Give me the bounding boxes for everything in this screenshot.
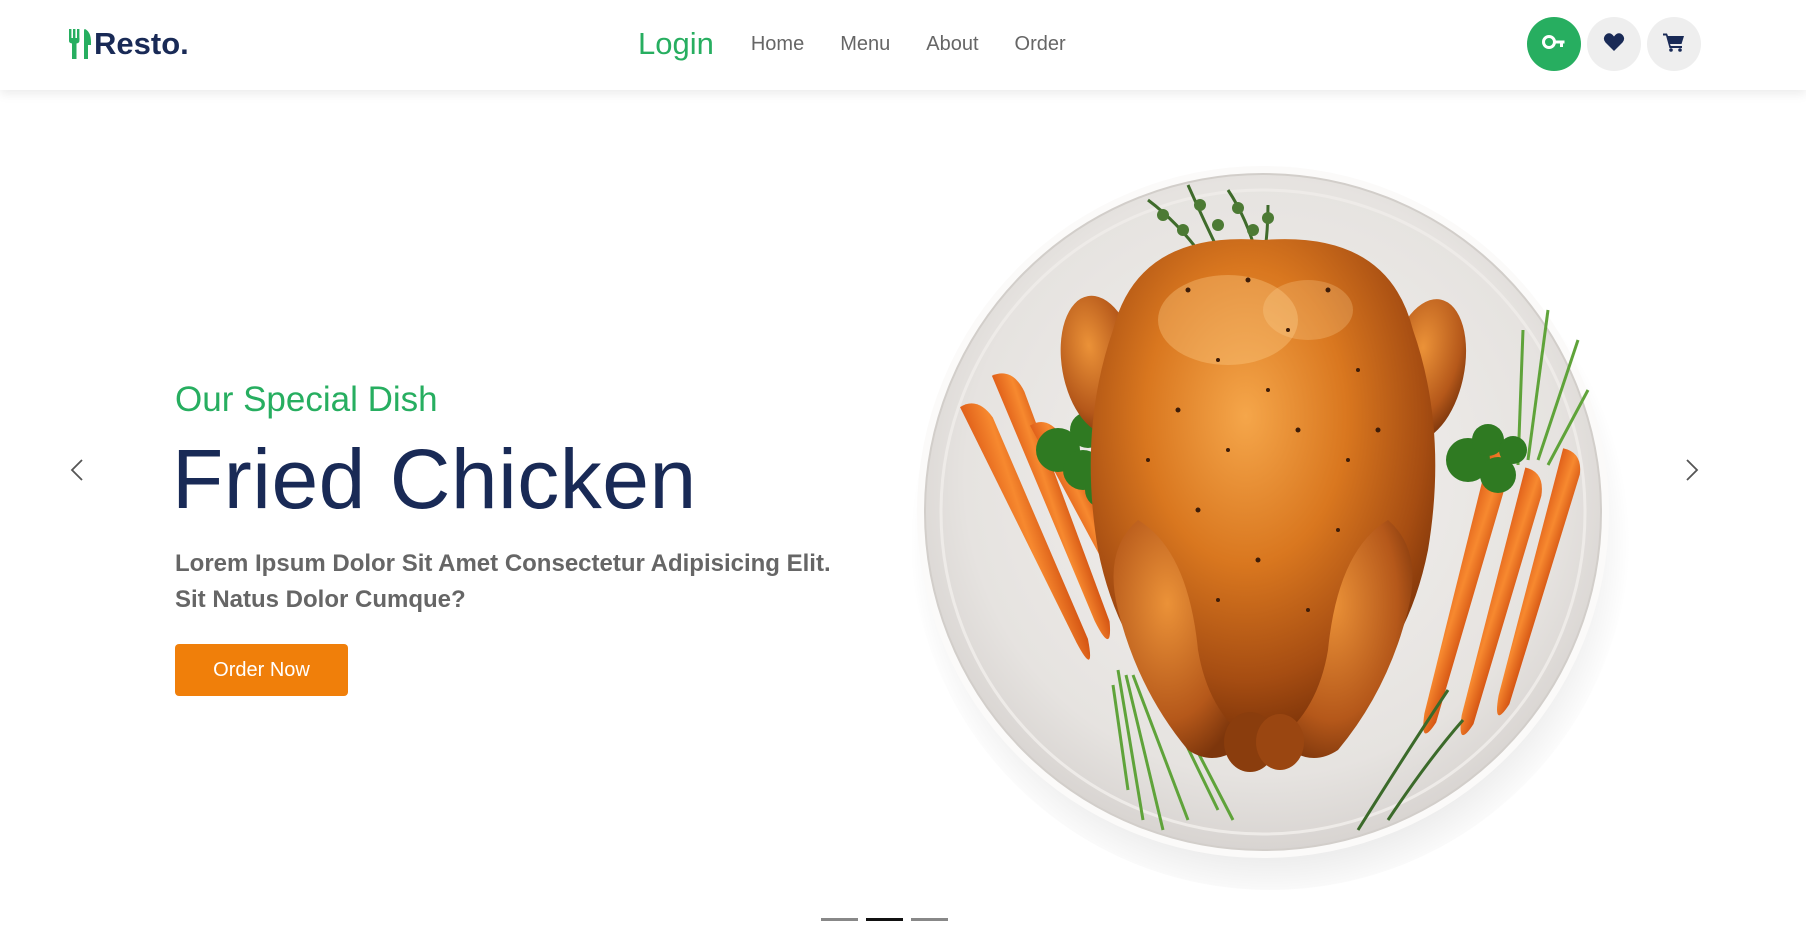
cart-icon bbox=[1663, 32, 1685, 57]
hero-slider: Our Special Dish Fried Chicken Lorem Ips… bbox=[0, 90, 1806, 942]
slide-indicator-3[interactable] bbox=[911, 918, 948, 921]
hero-title: Fried Chicken bbox=[172, 432, 697, 526]
login-key-button[interactable] bbox=[1527, 17, 1581, 71]
slide-indicator-1[interactable] bbox=[821, 918, 858, 921]
nav-home-link[interactable]: Home bbox=[751, 33, 804, 56]
nav-about-link[interactable]: About bbox=[926, 33, 978, 56]
wishlist-button[interactable] bbox=[1587, 17, 1641, 71]
heart-icon bbox=[1603, 32, 1625, 57]
nav-menu-link[interactable]: Menu bbox=[840, 33, 890, 56]
order-now-button[interactable]: Order Now bbox=[175, 644, 348, 696]
hero-description-line-1: Lorem Ipsum Dolor Sit Amet Consectetur A… bbox=[175, 550, 831, 577]
site-header: Resto. Login Home Menu About Order bbox=[0, 0, 1806, 90]
brand-logo[interactable]: Resto. bbox=[68, 24, 189, 64]
key-icon bbox=[1541, 29, 1567, 60]
nav-order-link[interactable]: Order bbox=[1015, 33, 1066, 56]
hero-description: Lorem Ipsum Dolor Sit Amet Consectetur A… bbox=[175, 546, 895, 618]
slide-indicator-2[interactable] bbox=[866, 918, 903, 921]
hero-description-line-2: Sit Natus Dolor Cumque? bbox=[175, 586, 466, 613]
header-icon-group bbox=[1527, 17, 1701, 71]
nav-login-link[interactable]: Login bbox=[638, 26, 714, 62]
slider-prev-button[interactable] bbox=[62, 452, 92, 492]
chevron-left-icon bbox=[70, 458, 84, 487]
hero-dish-image bbox=[888, 130, 1648, 890]
slider-next-button[interactable] bbox=[1677, 452, 1707, 492]
utensils-icon bbox=[68, 27, 92, 61]
chevron-right-icon bbox=[1685, 458, 1699, 487]
main-nav: Login Home Menu About Order bbox=[638, 22, 1102, 66]
hero-subtitle: Our Special Dish bbox=[175, 380, 438, 419]
slider-pagination bbox=[821, 918, 948, 921]
cart-button[interactable] bbox=[1647, 17, 1701, 71]
brand-name: Resto. bbox=[94, 26, 189, 61]
